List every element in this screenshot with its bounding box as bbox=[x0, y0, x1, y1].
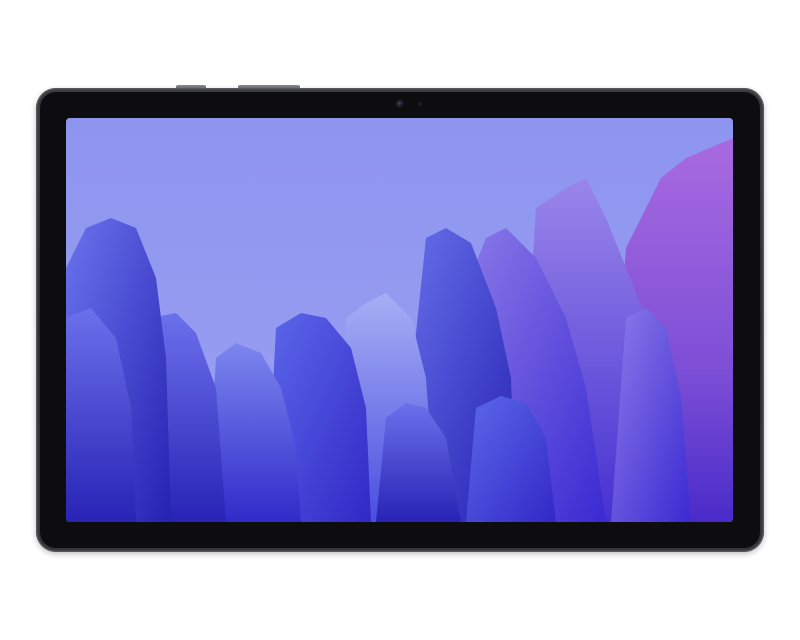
product-photo bbox=[0, 0, 800, 640]
light-sensor bbox=[418, 102, 422, 106]
front-camera-icon bbox=[396, 100, 404, 108]
wallpaper bbox=[66, 118, 733, 522]
tablet-screen bbox=[66, 118, 733, 522]
